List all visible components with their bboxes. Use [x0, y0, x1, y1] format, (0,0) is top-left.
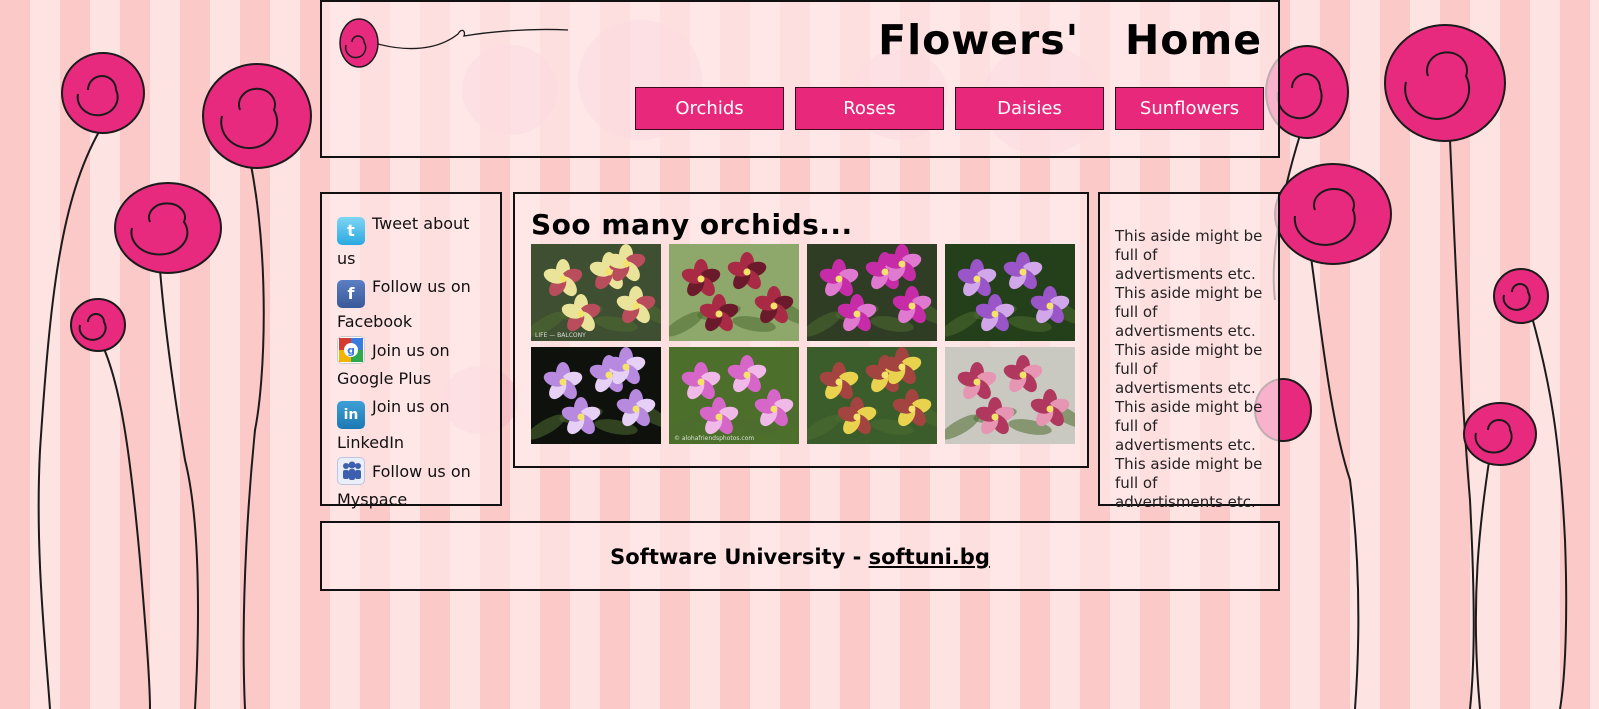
social-links: t Tweet about us f Follow us on Facebook g…: [337, 210, 492, 514]
svg-text:g: g: [347, 344, 355, 357]
social-link-myspace[interactable]: Follow us on Myspace: [337, 457, 492, 514]
footer-label: Software University -: [610, 545, 869, 569]
orchid-photo-green-red[interactable]: [807, 347, 937, 444]
social-link-google-plus[interactable]: g Join us on Google Plus: [337, 336, 492, 393]
social-link-linkedin[interactable]: in Join us on LinkedIn: [337, 393, 492, 457]
facebook-icon: f: [337, 280, 365, 308]
orchid-photo-purple[interactable]: [945, 244, 1075, 341]
rose-logo-icon[interactable]: [338, 16, 570, 70]
orchid-gallery: LIFE — BALCONY © alohafriendsphotos.com: [531, 244, 1075, 444]
footer-softuni-link[interactable]: softuni.bg: [869, 545, 990, 569]
main-nav: Orchids Roses Daisies Sunflowers: [635, 87, 1264, 130]
orchid-photo-yellow[interactable]: LIFE — BALCONY: [531, 244, 661, 341]
svg-text:LIFE — BALCONY: LIFE — BALCONY: [535, 332, 586, 339]
twitter-icon: t: [337, 217, 365, 245]
site-footer: Software University - softuni.bg: [320, 521, 1280, 591]
orchid-photo-crimson[interactable]: [945, 347, 1075, 444]
footer-text: Software University - softuni.bg: [322, 545, 1278, 569]
main-content: Soo many orchids... LIFE — BALCONY © alo…: [513, 192, 1089, 468]
orchid-photo-lavender[interactable]: [531, 347, 661, 444]
orchid-photo-pink[interactable]: © alohafriendsphotos.com: [669, 347, 799, 444]
site-title: Flowers' Home: [878, 16, 1262, 64]
social-sidebar: t Tweet about us f Follow us on Facebook g…: [320, 192, 502, 509]
google-plus-icon: g: [337, 336, 365, 364]
nav-orchids-button[interactable]: Orchids: [635, 87, 784, 130]
orchid-photo-red[interactable]: [669, 244, 799, 341]
nav-daisies-button[interactable]: Daisies: [955, 87, 1104, 130]
myspace-icon: [337, 457, 365, 485]
orchid-photo-magenta[interactable]: [807, 244, 937, 341]
ad-text: This aside might be full of advertisment…: [1115, 227, 1263, 511]
nav-roses-button[interactable]: Roses: [795, 87, 944, 130]
linkedin-icon: in: [337, 401, 365, 429]
svg-text:© alohafriendsphotos.com: © alohafriendsphotos.com: [674, 435, 754, 442]
nav-sunflowers-button[interactable]: Sunflowers: [1115, 87, 1264, 130]
social-link-facebook[interactable]: f Follow us on Facebook: [337, 273, 492, 336]
social-link-twitter[interactable]: t Tweet about us: [337, 210, 492, 273]
main-heading: Soo many orchids...: [531, 208, 853, 241]
ad-sidebar: This aside might be full of advertisment…: [1098, 192, 1280, 511]
site-header: Flowers' Home Orchids Roses Daisies Sunf…: [320, 0, 1280, 158]
